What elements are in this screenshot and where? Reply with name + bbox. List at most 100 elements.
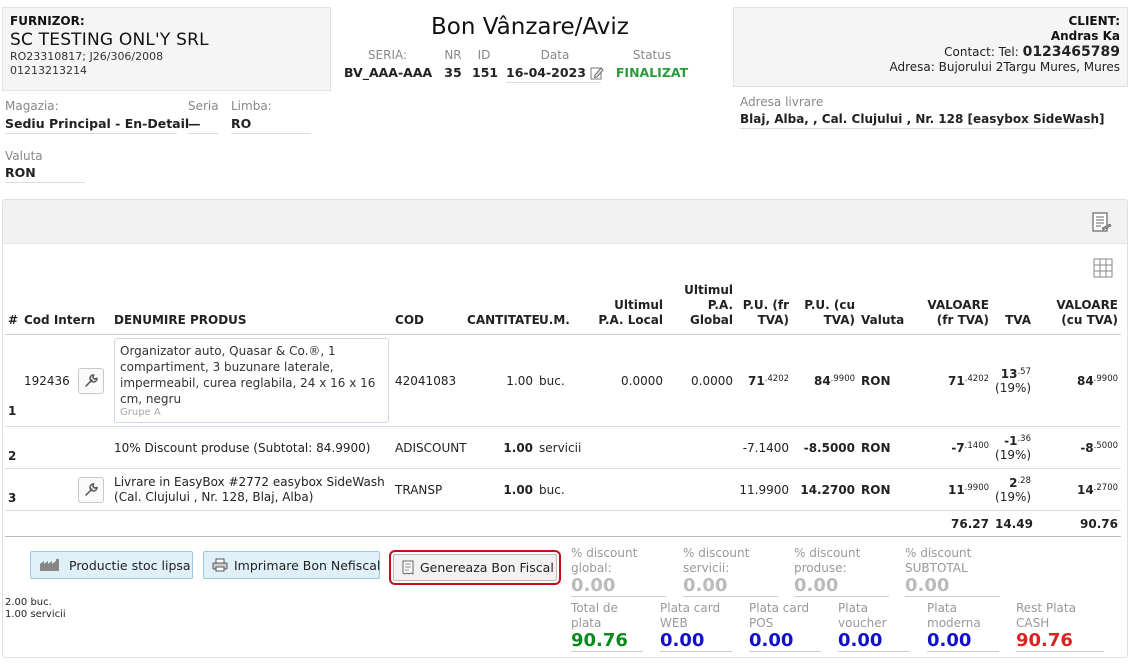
total-tva: 14.49	[992, 510, 1035, 537]
supplier-heading: FURNIZOR:	[10, 14, 85, 28]
valuta-select[interactable]: RON	[5, 165, 85, 183]
col-um: U.M.	[536, 281, 589, 335]
plata-voucher-field[interactable]: Plata voucher 0.00	[838, 601, 910, 652]
row-valoare-fara: 71.4202	[906, 334, 993, 427]
date-field[interactable]: 16-04-2023	[506, 63, 604, 83]
table-row[interactable]: 2 10% Discount produse (Subtotal: 84.990…	[5, 426, 1122, 469]
row-cantitate[interactable]: 1.00	[464, 468, 537, 511]
discount-global-input[interactable]: 0.00	[571, 576, 666, 597]
limba-select[interactable]: RO	[231, 116, 311, 134]
edit-icon[interactable]	[590, 66, 604, 80]
row-ultimul-local: 0.0000	[588, 334, 667, 427]
grid-icon[interactable]	[1093, 258, 1113, 281]
col-cod-intern: Cod Intern	[21, 281, 112, 335]
page-title: Bon Vânzare/Aviz	[431, 14, 629, 40]
row-valoare-cu: -8.5000	[1034, 426, 1122, 469]
row-valoare-fara: -7.1400	[906, 426, 993, 469]
items-panel-header	[3, 200, 1127, 244]
plata-web-input[interactable]: 0.00	[660, 631, 732, 652]
client-contact: Contact: Tel: 0123465789	[741, 44, 1120, 60]
row-pu-cu[interactable]: 84.9900	[792, 334, 859, 427]
col-cantitate: CANTITATE	[464, 281, 540, 335]
product-group: Grupe A	[120, 407, 161, 418]
delivery-address-select[interactable]: Blaj, Alba, , Cal. Clujului , Nr. 128 [e…	[740, 112, 1105, 129]
total-plata-value: 90.76	[571, 631, 643, 652]
plata-web-field[interactable]: Plata card WEB 0.00	[660, 601, 732, 652]
genereaza-bon-fiscal-label: Genereaza Bon Fiscal	[420, 560, 554, 575]
id-value: 151	[472, 65, 499, 80]
contact-label: Contact: Tel:	[944, 45, 1019, 59]
productie-stoc-button[interactable]: Productie stoc lipsa	[30, 551, 193, 579]
qty-buc: 2.00 buc.	[5, 597, 52, 608]
row-pu-cu[interactable]: -8.5000	[792, 426, 859, 469]
seria-select[interactable]: —	[188, 116, 218, 134]
plata-voucher-label: Plata voucher	[838, 601, 887, 630]
row-ultimul-global	[666, 468, 737, 511]
discount-global-field[interactable]: % discount global: 0.00	[571, 546, 666, 597]
plata-pos-label: Plata card POS	[749, 601, 810, 630]
row-ultimul-global	[666, 426, 737, 469]
col-valoare-cu: VALOARE (cu TVA)	[1034, 281, 1122, 335]
nr-label: NR	[444, 48, 462, 62]
plata-moderna-input[interactable]: 0.00	[927, 631, 999, 652]
row-cantitate[interactable]: 1.00	[464, 334, 537, 427]
data-label: Data	[540, 48, 570, 62]
quantity-summary: 2.00 buc. 1.00 servicii	[5, 597, 66, 621]
row-pu-cu[interactable]: 14.2700	[792, 468, 859, 511]
row-tva: 13.57 (19%)	[992, 334, 1035, 427]
wrench-icon[interactable]	[78, 476, 104, 503]
product-description: Organizator auto, Quasar & Co.®, 1 compa…	[120, 344, 376, 406]
discount-subtotal-label: % discount SUBTOTAL	[905, 546, 972, 575]
row-tva: 2.28 (19%)	[992, 468, 1035, 511]
discount-produse-input[interactable]: 0.00	[794, 576, 889, 597]
col-ultimul-global: Ultimul P.A. Global	[666, 281, 737, 335]
plata-pos-input[interactable]: 0.00	[749, 631, 821, 652]
status-badge: FINALIZAT	[615, 65, 689, 80]
total-valoare-fara: 76.27	[906, 510, 993, 537]
address-label: Adresa:	[889, 60, 935, 74]
row-cod-intern	[21, 468, 75, 511]
rest-plata-field: Rest Plata CASH 90.76	[1016, 601, 1104, 652]
table-row[interactable]: 3 Livrare in EasyBox #2772 easybox SideW…	[5, 468, 1122, 511]
supplier-registration: RO23310817; J26/306/2008	[10, 50, 164, 63]
col-pu-cu: P.U. (cu TVA)	[792, 281, 859, 335]
imprimare-bon-label: Imprimare Bon Nefiscal	[234, 557, 381, 573]
row-number: 1	[5, 334, 21, 427]
magazia-select[interactable]: Sediu Principal - En-Detail	[5, 116, 189, 134]
discount-produse-field[interactable]: % discount produse: 0.00	[794, 546, 889, 597]
discount-subtotal-input[interactable]: 0.00	[905, 576, 1000, 597]
totals-row: 76.27 14.49 90.76	[5, 510, 1122, 537]
row-valoare-fara: 11.9900	[906, 468, 993, 511]
row-valuta: RON	[858, 468, 907, 511]
document-list-icon[interactable]	[1090, 212, 1112, 237]
magazia-label: Magazia:	[5, 99, 59, 113]
client-heading: CLIENT:	[1068, 14, 1121, 28]
row-cantitate[interactable]: 1.00	[464, 426, 537, 469]
total-valoare-cu: 90.76	[1034, 510, 1122, 537]
plata-voucher-input[interactable]: 0.00	[838, 631, 910, 652]
discount-servicii-input[interactable]: 0.00	[683, 576, 778, 597]
row-ultimul-local	[588, 468, 667, 511]
discount-subtotal-field[interactable]: % discount SUBTOTAL 0.00	[905, 546, 1000, 597]
items-table: # Cod Intern DENUMIRE PRODUS COD CANTITA…	[5, 281, 1122, 537]
plata-pos-field[interactable]: Plata card POS 0.00	[749, 601, 821, 652]
col-ultimul-local: Ultimul P.A. Local	[588, 281, 667, 335]
row-tva: -1.36 (19%)	[992, 426, 1035, 469]
row-number: 2	[5, 426, 21, 469]
product-description-field[interactable]: Organizator auto, Quasar & Co.®, 1 compa…	[114, 338, 390, 423]
table-row[interactable]: 1 192436 Organizator auto, Quasar & Co.®…	[5, 334, 1122, 427]
supplier-name: SC TESTING ONL'Y SRL	[10, 30, 209, 50]
limba-label: Limba:	[231, 99, 272, 113]
discount-servicii-field[interactable]: % discount servicii: 0.00	[683, 546, 778, 597]
imprimare-bon-button[interactable]: Imprimare Bon Nefiscal	[203, 551, 380, 579]
plata-moderna-field[interactable]: Plata moderna 0.00	[927, 601, 999, 652]
client-phone: 0123465789	[1022, 44, 1120, 60]
row-ultimul-local	[588, 426, 667, 469]
genereaza-bon-fiscal-button[interactable]: Genereaza Bon Fiscal	[389, 550, 561, 585]
plata-web-label: Plata card WEB	[660, 601, 721, 630]
row-valuta: RON	[858, 334, 907, 427]
row-um: servicii	[536, 426, 589, 469]
receipt-icon	[402, 560, 414, 575]
row-valoare-cu: 84.9900	[1034, 334, 1122, 427]
wrench-icon[interactable]	[78, 367, 104, 394]
